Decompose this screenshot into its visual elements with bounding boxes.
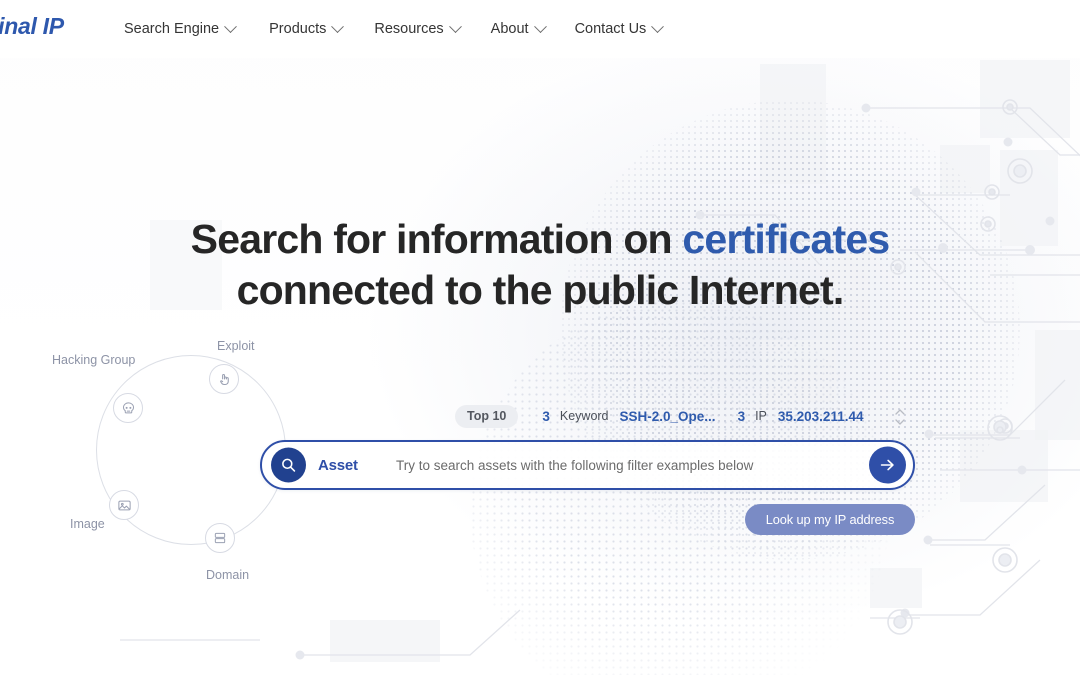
image-icon (117, 500, 131, 510)
dotted-globe (560, 100, 1020, 560)
background-panels (0, 0, 1080, 675)
nav-item-label: Products (269, 21, 327, 37)
keyword-rank: 3 (542, 408, 550, 424)
brand-logo[interactable]: minal IP (0, 13, 64, 40)
ip-type-label: IP (755, 409, 767, 423)
main-navigation: Search Engine Products Resources About C… (124, 0, 693, 58)
keyword-carousel-stepper[interactable] (893, 405, 907, 429)
search-input[interactable] (396, 450, 853, 480)
magnifier-icon (282, 458, 296, 472)
nav-item-about[interactable]: About (490, 19, 575, 37)
headline-line2-text: connected to the public Internet. (236, 267, 845, 313)
chevron-down-icon (448, 19, 462, 33)
lookup-my-ip-button[interactable]: Look up my IP address (745, 504, 915, 535)
nav-item-contact-us[interactable]: Contact Us (574, 19, 694, 37)
orbit-node-domain[interactable] (205, 523, 235, 553)
search-type-button[interactable] (271, 447, 306, 483)
orbit-label-image: Image (70, 517, 105, 531)
orbit-node-image[interactable] (109, 490, 139, 520)
search-type-label: Asset (318, 456, 358, 474)
keyword-value[interactable]: SSH-2.0_Ope... (620, 409, 716, 424)
ip-value[interactable]: 35.203.211.44 (778, 409, 864, 424)
page-title: Search for information on certificates c… (0, 214, 1080, 316)
search-submit-button[interactable] (869, 446, 906, 484)
nav-item-resources[interactable]: Resources (374, 19, 490, 37)
background-wash (0, 0, 1080, 675)
nav-item-label: Search Engine (124, 21, 220, 37)
network-lines-graphic (120, 99, 1080, 660)
headline-accent-word: certificates (682, 216, 890, 262)
chevron-down-icon (533, 19, 547, 33)
chevron-down-icon (651, 19, 665, 33)
headline-line1-text: Search for information on (190, 216, 683, 262)
site-header: minal IP Search Engine Products Resource… (0, 0, 1080, 58)
orbit-node-hacking-group[interactable] (113, 393, 143, 423)
server-stack-icon (214, 532, 226, 544)
orbit-node-exploit[interactable] (209, 364, 239, 394)
chevron-up-down-icon (895, 409, 905, 425)
nav-item-products[interactable]: Products (269, 19, 374, 37)
asset-search-bar[interactable]: Asset (260, 440, 915, 490)
nav-item-label: About (490, 21, 529, 37)
orbit-label-hacking-group: Hacking Group (52, 353, 136, 367)
background-decoration (0, 0, 1080, 675)
nav-item-search-engine[interactable]: Search Engine (124, 19, 269, 37)
top-10-badge[interactable]: Top 10 (455, 404, 519, 428)
chevron-down-icon (224, 19, 237, 33)
keyword-type-label: Keyword (559, 409, 609, 423)
orbit-label-exploit: Exploit (217, 339, 255, 353)
ip-rank: 3 (737, 408, 746, 424)
chevron-down-icon (331, 19, 345, 33)
page-root: minal IP Search Engine Products Resource… (0, 0, 1080, 675)
nav-item-label: Contact Us (574, 21, 647, 37)
skull-icon (122, 401, 134, 413)
category-orbit-diagram: Exploit Hacking Group Image Domain (52, 339, 286, 582)
arrow-right-icon (880, 459, 894, 471)
nav-item-label: Resources (374, 21, 444, 37)
hand-pointer-icon (219, 373, 229, 385)
orbit-label-domain: Domain (206, 568, 250, 582)
trending-keyword-strip: Top 10 3 Keyword SSH-2.0_Ope... 3 IP 35.… (455, 404, 885, 428)
